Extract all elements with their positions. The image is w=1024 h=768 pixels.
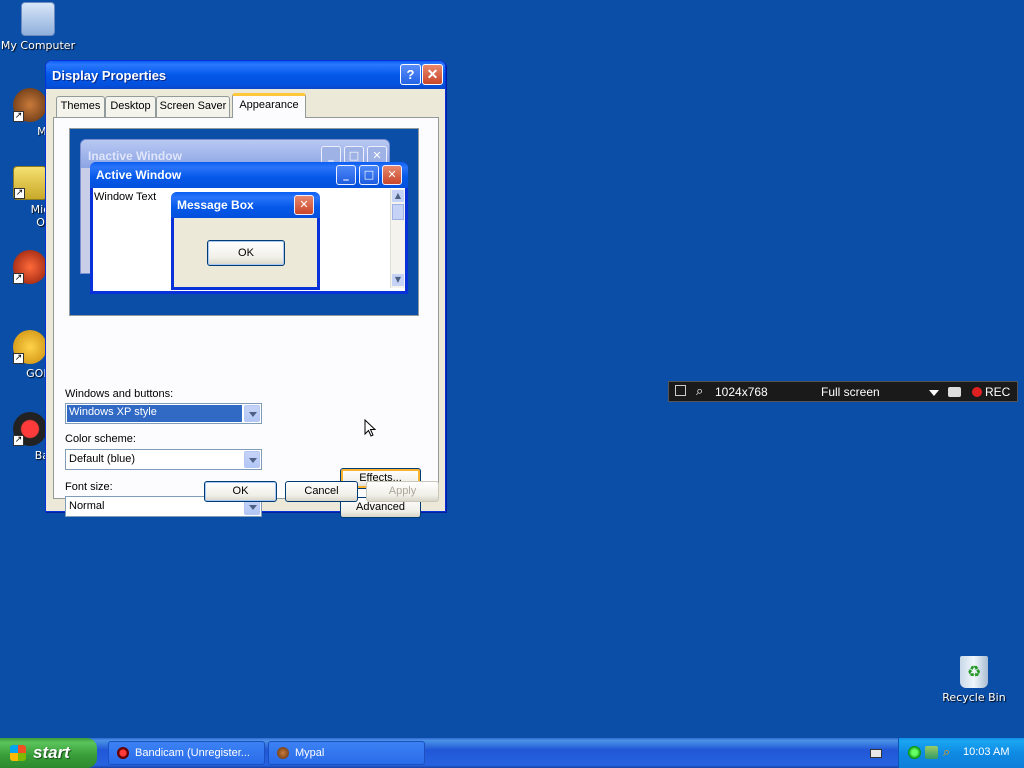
tab-screen-saver[interactable]: Screen Saver [156, 96, 230, 117]
tab-themes[interactable]: Themes [56, 96, 105, 117]
font-size-label: Font size: [65, 481, 113, 493]
appearance-preview: Inactive Window _ □ ✕ Active Window _ □ … [69, 128, 419, 316]
preview-message-box: Message Box ✕ OK [171, 192, 320, 290]
scroll-down-icon: ▼ [392, 274, 404, 286]
preview-inactive-title: Inactive Window [88, 149, 182, 163]
system-tray: ⌕ 10:03 AM [898, 738, 1024, 768]
desktop-icon-my-computer[interactable]: My Computer [0, 2, 76, 52]
tab-label: Appearance [239, 99, 299, 111]
record-icon [972, 387, 982, 397]
bandicam-app-icon: ↗ [13, 412, 47, 446]
outlook-app-icon: ↗ [13, 166, 47, 200]
my-computer-icon [21, 2, 55, 36]
camera-icon[interactable] [948, 387, 961, 397]
shortcut-arrow-icon: ↗ [13, 273, 24, 284]
tab-appearance[interactable]: Appearance [232, 93, 306, 118]
font-size-value: Normal [69, 500, 105, 512]
preview-active-title: Active Window [96, 168, 182, 182]
preview-window-text: Window Text [94, 191, 157, 203]
bandicam-icon [117, 747, 129, 759]
preview-ok-label: OK [238, 247, 254, 259]
chevron-down-icon[interactable] [244, 451, 260, 468]
help-button[interactable]: ? [400, 64, 421, 85]
start-label: start [33, 743, 70, 762]
shortcut-arrow-icon: ↗ [13, 111, 24, 122]
peg-app-icon: ↗ [13, 250, 47, 284]
color-scheme-value: Default (blue) [69, 453, 136, 465]
cancel-label: Cancel [304, 485, 339, 497]
windows-and-buttons-select[interactable]: Windows XP style [65, 403, 262, 424]
ok-button[interactable]: OK [204, 481, 277, 502]
tray-network-icon[interactable] [925, 746, 938, 759]
gom-player-app-icon: ↗ [13, 330, 47, 364]
mypal-icon [277, 747, 289, 759]
windows-logo-icon [10, 745, 26, 761]
color-scheme-select[interactable]: Default (blue) [65, 449, 262, 470]
title-bar[interactable]: Display Properties ? ✕ [46, 61, 445, 89]
bandicam-mode[interactable]: Full screen [821, 385, 880, 399]
preview-scrollbar: ▲ ▼ [390, 189, 405, 288]
tab-label: Desktop [110, 100, 151, 112]
windows-and-buttons-label: Windows and buttons: [65, 388, 174, 400]
taskbar-item-label: Bandicam (Unregister... [135, 747, 250, 759]
shortcut-arrow-icon: ↗ [13, 353, 24, 364]
ok-label: OK [232, 485, 249, 497]
scroll-up-icon: ▲ [392, 190, 404, 202]
help-icon: ? [406, 67, 415, 82]
cancel-button[interactable]: Cancel [285, 481, 358, 502]
apply-button[interactable]: Apply [366, 481, 439, 502]
preview-ok-button: OK [207, 240, 285, 266]
rec-button[interactable]: REC [985, 385, 1010, 399]
bandicam-resolution: 1024x768 [715, 385, 768, 399]
bandicam-toolbar: ⌕ 1024x768 Full screen REC [668, 381, 1018, 402]
taskbar-item-label: Mypal [295, 747, 325, 759]
taskbar-item-bandicam[interactable]: Bandicam (Unregister... [108, 741, 265, 765]
dropdown-arrow-icon[interactable] [929, 390, 939, 396]
message-box-title: Message Box [177, 198, 254, 212]
minimize-icon: _ [336, 165, 356, 185]
display-properties-window: Display Properties ? ✕ Themes Desktop Sc… [45, 60, 446, 518]
chevron-down-icon[interactable] [244, 405, 260, 422]
close-button[interactable]: ✕ [422, 64, 443, 85]
start-button[interactable]: start [0, 738, 97, 768]
shortcut-arrow-icon: ↗ [14, 188, 25, 199]
preview-active-window: Active Window _ □ ✕ Window Text ▲ ▼ Mess… [90, 162, 408, 294]
desktop-icon-label: Recycle Bin [942, 691, 1006, 704]
desktop-icon-label: My Computer [0, 39, 76, 52]
close-icon: ✕ [294, 195, 314, 215]
tray-app-icon[interactable] [908, 746, 921, 759]
appearance-panel: Inactive Window _ □ ✕ Active Window _ □ … [53, 117, 439, 518]
mypal-app-icon: ↗ [13, 88, 47, 122]
mouse-cursor-icon [364, 419, 376, 437]
recycle-bin-icon: ♻ [960, 656, 988, 688]
advanced-label: Advanced [356, 501, 405, 513]
color-scheme-label: Color scheme: [65, 433, 136, 445]
tab-label: Screen Saver [159, 100, 227, 112]
apply-label: Apply [388, 485, 417, 497]
taskbar-item-mypal[interactable]: Mypal [268, 741, 425, 765]
desktop-icon-recycle-bin[interactable]: ♻ Recycle Bin [936, 656, 1012, 704]
window-mode-icon[interactable] [675, 385, 686, 396]
taskbar: start Bandicam (Unregister... Mypal ⌕ 10… [0, 738, 1024, 768]
tab-desktop[interactable]: Desktop [105, 96, 156, 117]
shortcut-arrow-icon: ↗ [13, 435, 24, 446]
windows-and-buttons-value: Windows XP style [67, 405, 242, 422]
close-icon: ✕ [426, 66, 439, 82]
message-box-title-bar: Message Box ✕ [171, 192, 320, 218]
close-icon: ✕ [382, 165, 402, 185]
keyboard-icon[interactable] [870, 749, 882, 758]
tray-search-icon[interactable]: ⌕ [943, 744, 950, 760]
window-body: Themes Desktop Screen Saver Appearance I… [50, 89, 441, 518]
scroll-thumb [392, 204, 404, 220]
tab-label: Themes [60, 100, 101, 112]
clock[interactable]: 10:03 AM [963, 746, 1009, 758]
maximize-icon: □ [359, 165, 379, 185]
window-title: Display Properties [52, 68, 167, 83]
search-icon[interactable]: ⌕ [696, 383, 703, 399]
preview-active-title-bar: Active Window _ □ ✕ [90, 162, 408, 188]
